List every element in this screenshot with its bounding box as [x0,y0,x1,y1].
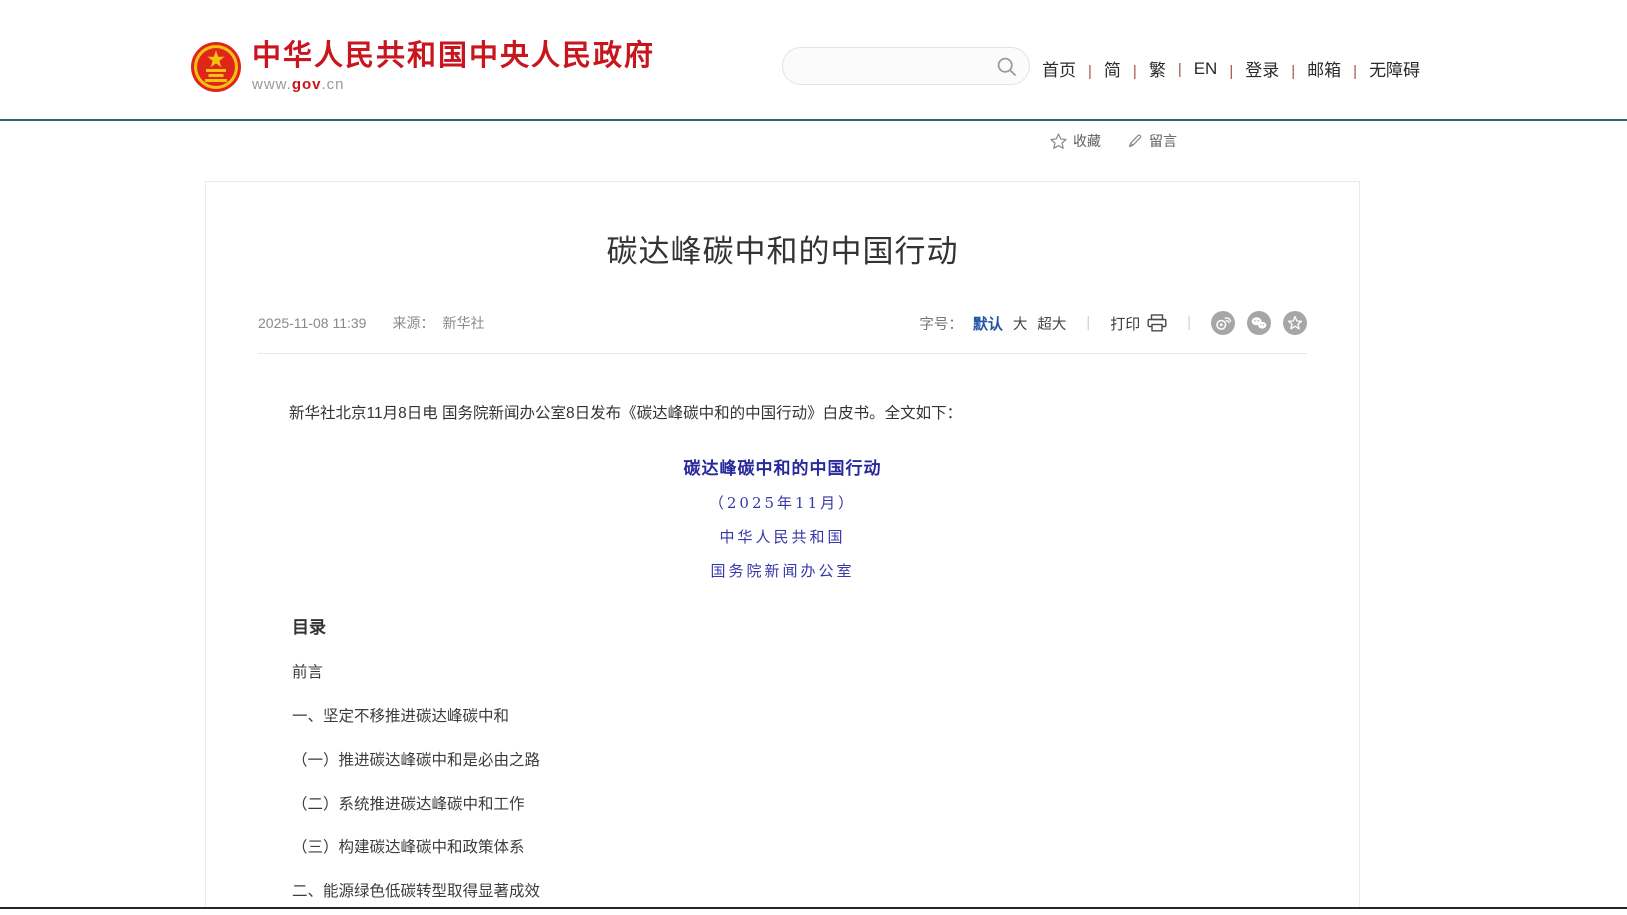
document-title: 碳达峰碳中和的中国行动 [258,454,1307,479]
article-meta-row: 2025-11-08 11:39 来源： 新华社 字号： 默认 大 超大 打印 [258,311,1307,335]
toc-item-label: 一、坚定不移推进碳达峰碳中和 [292,708,509,725]
top-nav-label: EN [1194,59,1218,78]
top-nav-label: 首页 [1042,61,1076,80]
star-share-icon[interactable] [1283,311,1307,335]
site-url-cn: .cn [322,76,345,93]
favorite-button[interactable]: 收藏 [1050,131,1101,151]
wechat-icon[interactable] [1247,311,1271,335]
vertical-separator [1167,315,1211,331]
top-nav-link[interactable]: EN [1166,59,1218,79]
site-logo[interactable]: 中华人民共和国中央人民政府 www.gov.cn [190,41,655,93]
source-name: 新华社 [442,313,484,333]
top-nav-label: 无障碍 [1369,61,1420,80]
comment-button[interactable]: 留言 [1127,131,1177,151]
search-input[interactable] [783,48,1029,84]
site-title: 中华人民共和国中央人民政府 [252,41,655,71]
print-label: 打印 [1110,313,1140,334]
magnifier-icon[interactable] [996,56,1018,78]
publish-time: 2025-11-08 11:39 [258,315,366,331]
toc-item-label: 前言 [292,664,323,681]
top-nav-label: 登录 [1245,61,1279,80]
article-title: 碳达峰碳中和的中国行动 [258,226,1307,271]
document-org-line-2: 国务院新闻办公室 [258,560,1307,581]
article-intro-paragraph: 新华社北京11月8日电 国务院新闻办公室8日发布《碳达峰碳中和的中国行动》白皮书… [258,404,1307,424]
share-buttons [1211,311,1307,335]
site-text: 中华人民共和国中央人民政府 www.gov.cn [252,41,655,93]
top-nav-label: 简 [1104,61,1121,80]
top-nav-link[interactable]: 简 [1076,56,1121,81]
font-size-option-large[interactable]: 大 [1013,313,1028,334]
toc-item-label: 二、能源绿色低碳转型取得显著成效 [292,883,540,900]
toc-heading: 目录 [292,613,1307,638]
top-nav-link[interactable]: 登录 [1217,56,1279,81]
weibo-icon[interactable] [1211,311,1235,335]
site-url: www.gov.cn [252,76,655,93]
star-outline-icon [1050,133,1067,149]
page-action-row: 收藏 留言 [1050,131,1177,151]
pencil-icon [1127,133,1143,149]
top-nav-link[interactable]: 无障碍 [1341,56,1420,81]
toc-item: 前言 [292,664,1307,682]
top-nav-label: 繁 [1149,61,1166,80]
source-label: 来源： [392,313,434,333]
vertical-separator [1066,315,1110,331]
top-nav: 首页 简 繁 EN 登录 邮箱 无障碍 [1042,56,1420,81]
font-size-option-default[interactable]: 默认 [973,313,1003,334]
article-container: 碳达峰碳中和的中国行动 2025-11-08 11:39 来源： 新华社 字号：… [205,181,1360,908]
header-divider [0,119,1627,121]
favorite-label: 收藏 [1073,131,1101,151]
meta-divider [258,353,1307,354]
toc-item: （二）系统推进碳达峰碳中和工作 [292,796,1307,814]
font-size-label: 字号： [919,313,963,334]
toc-item-label: （一）推进碳达峰碳中和是必由之路 [292,752,540,769]
site-url-www: www. [252,76,292,93]
toc-item: 一、坚定不移推进碳达峰碳中和 [292,708,1307,726]
national-emblem-icon [190,41,242,93]
toc-item-label: （二）系统推进碳达峰碳中和工作 [292,796,525,813]
toc-item: （一）推进碳达峰碳中和是必由之路 [292,752,1307,770]
print-button[interactable]: 打印 [1110,313,1167,334]
article-meta-left: 2025-11-08 11:39 来源： 新华社 [258,313,484,333]
article-meta-right: 字号： 默认 大 超大 打印 [919,311,1307,335]
toc-item: 二、能源绿色低碳转型取得显著成效 [292,883,1307,901]
top-nav-link[interactable]: 繁 [1121,56,1166,81]
font-size-option-xlarge[interactable]: 超大 [1037,313,1066,334]
table-of-contents: 目录 前言一、坚定不移推进碳达峰碳中和 （一）推进碳达峰碳中和是必由之路 （二）系统… [292,613,1307,908]
printer-icon [1147,314,1167,332]
top-nav-label: 邮箱 [1307,61,1341,80]
site-url-gov: gov [292,76,322,93]
search-box [782,47,1030,85]
comment-label: 留言 [1149,131,1177,151]
toc-list: 前言一、坚定不移推进碳达峰碳中和 （一）推进碳达峰碳中和是必由之路 （二）系统推进碳… [292,664,1307,908]
top-nav-link[interactable]: 邮箱 [1279,56,1341,81]
site-header: 中华人民共和国中央人民政府 www.gov.cn 首页 简 繁 EN 登录 邮箱 无障碍 [0,0,1627,121]
toc-item-label: （三）构建碳达峰碳中和政策体系 [292,839,525,856]
toc-item: （三）构建碳达峰碳中和政策体系 [292,839,1307,857]
bottom-divider [0,907,1627,909]
article-source: 来源： 新华社 [392,313,484,333]
document-org-line-1: 中华人民共和国 [258,526,1307,547]
document-date: （2025年11月） [258,492,1307,513]
top-nav-link[interactable]: 首页 [1042,56,1076,81]
